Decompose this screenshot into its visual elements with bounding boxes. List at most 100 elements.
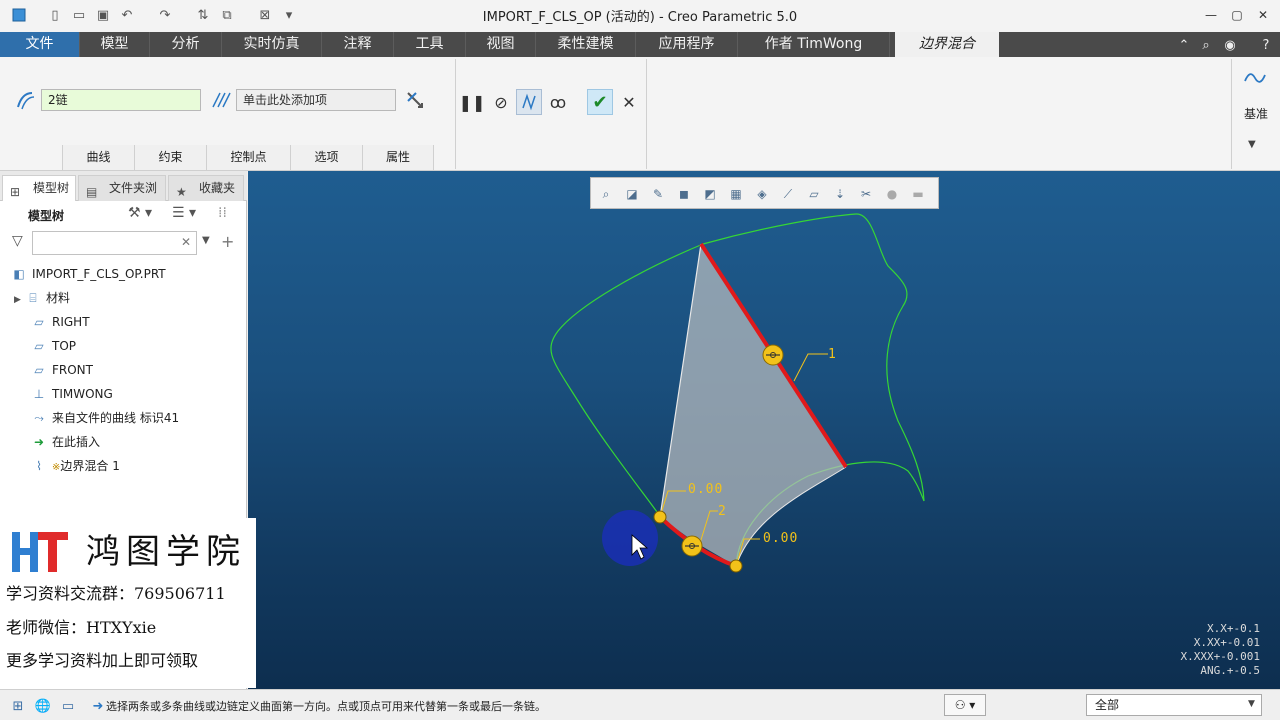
- first-direction-collector[interactable]: 2链: [41, 89, 201, 111]
- tree-item-label: 边界混合 1: [60, 459, 120, 473]
- tree-item-insert-here[interactable]: ➜ 在此插入: [30, 431, 100, 453]
- tab-model-tree[interactable]: ⊞ 模型树: [2, 175, 76, 201]
- second-direction-icon: [208, 87, 234, 113]
- tab-live-simulation[interactable]: 实时仿真: [222, 32, 322, 57]
- selection-filter-value: 全部: [1095, 698, 1120, 712]
- chain-label-1: 1: [828, 347, 836, 362]
- chain-handle-1[interactable]: [762, 344, 784, 366]
- tree-item-imported-curve[interactable]: ⤳ 来自文件的曲线 标识41: [30, 407, 179, 429]
- find-binoculars-icon[interactable]: ⚇ ▾: [944, 694, 986, 716]
- tab-model[interactable]: 模型: [80, 32, 150, 57]
- promo-line: 更多学习资料加上即可领取: [6, 651, 199, 670]
- endpoint-value-a[interactable]: 0.00: [688, 482, 723, 497]
- refit-icon[interactable]: ⌕: [597, 185, 615, 203]
- pause-icon[interactable]: ❚❚: [459, 89, 486, 115]
- view-toolbar: ⌕ ◪ ✎ ◼ ◩ ▦ ◈ ⟋ ▱ ⇣ ✂ ● ▬: [590, 177, 939, 209]
- tree-search-input[interactable]: [32, 231, 197, 255]
- preview-icon[interactable]: [516, 89, 542, 115]
- tree-item-coordinate-system[interactable]: ⊥ TIMWONG: [30, 383, 113, 405]
- tab-model-tree-label: 模型树: [33, 181, 70, 195]
- tab-applications[interactable]: 应用程序: [636, 32, 738, 57]
- subtab-curves[interactable]: 曲线: [62, 145, 134, 170]
- display-style-icon[interactable]: ◩: [701, 185, 719, 203]
- tab-boundary-blend[interactable]: 边界混合: [895, 32, 999, 57]
- verify-glasses-icon[interactable]: ꝏ: [545, 89, 571, 115]
- minimize-icon[interactable]: —: [1198, 5, 1224, 25]
- selection-filter[interactable]: 全部: [1086, 694, 1262, 716]
- graphics-viewport[interactable]: 1 2 0.00 0.00 ⌕ ◪ ✎ ◼ ◩ ▦ ◈ ⟋ ▱ ⇣ ✂ ● ▬ …: [248, 171, 1280, 689]
- browser-toggle-icon[interactable]: 🌐: [33, 696, 53, 716]
- shaded-icon[interactable]: ◼: [675, 185, 693, 203]
- navigator-toggle-icon[interactable]: ⊞: [8, 696, 28, 716]
- tolerance-row: X.XX+-0.01: [1193, 636, 1260, 649]
- tab-file[interactable]: 文件: [0, 32, 80, 57]
- tab-view[interactable]: 视图: [466, 32, 536, 57]
- help-icon[interactable]: ?: [1256, 35, 1276, 55]
- datum-wave-icon[interactable]: [1242, 65, 1268, 91]
- spin-center-icon[interactable]: ●: [883, 185, 901, 203]
- tab-folder-browser[interactable]: ▤ 文件夹浏: [78, 175, 166, 201]
- tree-item-front-plane[interactable]: ▱ FRONT: [30, 359, 93, 381]
- datum-label[interactable]: 基准: [1236, 105, 1276, 122]
- tree-item-top-plane[interactable]: ▱ TOP: [30, 335, 76, 357]
- cancel-x-icon[interactable]: ✕: [616, 89, 642, 115]
- approximate-blend-icon[interactable]: [402, 87, 428, 113]
- subtab-properties[interactable]: 属性: [362, 145, 434, 170]
- model-graphics[interactable]: [248, 171, 1280, 689]
- zoom-in-icon[interactable]: ◪: [623, 185, 641, 203]
- coordinate-system-icon: ⊥: [33, 387, 45, 401]
- expand-arrow-icon[interactable]: ▶: [14, 289, 24, 311]
- maximize-icon[interactable]: ▢: [1224, 5, 1250, 25]
- view-manager-icon[interactable]: ◈: [753, 185, 771, 203]
- tab-flexible-modeling[interactable]: 柔性建模: [536, 32, 636, 57]
- tree-item-material[interactable]: ▶ ⌸ 材料: [14, 287, 70, 309]
- datum-display-icon[interactable]: ⟋: [779, 185, 797, 203]
- settings-tools-icon[interactable]: ⚒ ▾: [128, 205, 152, 221]
- tab-annotate[interactable]: 注释: [322, 32, 394, 57]
- show-list-icon[interactable]: ☰ ▾: [172, 205, 196, 221]
- cursor-highlight: [602, 510, 658, 566]
- filter-dropdown-icon[interactable]: ▼: [1248, 699, 1255, 709]
- chain-endpoint-handle[interactable]: [729, 559, 743, 573]
- tree-item-right-plane[interactable]: ▱ RIGHT: [30, 311, 89, 333]
- tree-item-label: IMPORT_F_CLS_OP.PRT: [32, 267, 166, 281]
- tree-item-label: 材料: [46, 291, 71, 305]
- chain-endpoint-handle[interactable]: [653, 510, 667, 524]
- community-icon[interactable]: ◉: [1220, 35, 1240, 55]
- chain-handle-2[interactable]: [681, 535, 703, 557]
- endpoint-value-b[interactable]: 0.00: [763, 531, 798, 546]
- add-filter-icon[interactable]: +: [221, 232, 234, 251]
- no-preview-icon[interactable]: ⊘: [488, 89, 514, 115]
- datum-dropdown-icon[interactable]: ▼: [1248, 139, 1256, 150]
- chevron-up-icon[interactable]: ⌃: [1174, 35, 1194, 55]
- repaint-icon[interactable]: ✎: [649, 185, 667, 203]
- search-dropdown-icon[interactable]: ▼: [202, 235, 210, 246]
- tab-favorites[interactable]: ★ 收藏夹: [168, 175, 244, 201]
- close-icon[interactable]: ✕: [1250, 5, 1276, 25]
- tree-item-boundary-blend[interactable]: ⌇ ※边界混合 1: [30, 455, 120, 477]
- tab-author[interactable]: 作者 TimWong: [738, 32, 890, 57]
- subtab-control-points[interactable]: 控制点: [206, 145, 290, 170]
- clear-search-icon[interactable]: ✕: [181, 235, 191, 249]
- tab-tools[interactable]: 工具: [394, 32, 466, 57]
- axis-display-icon[interactable]: ⇣: [831, 185, 849, 203]
- tree-filter-icon[interactable]: ⁞⁞: [218, 205, 227, 221]
- boundary-blend-surface[interactable]: [660, 244, 846, 566]
- second-direction-collector[interactable]: 单击此处添加项: [236, 89, 396, 111]
- tab-analysis[interactable]: 分析: [150, 32, 222, 57]
- tree-item-label: TIMWONG: [52, 387, 113, 401]
- full-screen-icon[interactable]: ▭: [58, 696, 78, 716]
- tree-item-part[interactable]: ◧ IMPORT_F_CLS_OP.PRT: [10, 263, 166, 285]
- status-bar: ⊞ 🌐 ▭ ➜ 选择两条或多条曲线或边链定义曲面第一方向。点或顶点可用来代替第一…: [0, 689, 1280, 720]
- point-display-icon[interactable]: ✂: [857, 185, 875, 203]
- annotation-display-icon[interactable]: ▬: [909, 185, 927, 203]
- curve-from-file-icon: ⤳: [34, 411, 44, 425]
- named-views-icon[interactable]: ▦: [727, 185, 745, 203]
- ribbon-tabs: 文件 模型 分析 实时仿真 注释 工具 视图 柔性建模 应用程序 作者 TimW…: [0, 32, 1280, 57]
- search-icon[interactable]: ⌕: [1196, 35, 1216, 55]
- ok-checkmark-icon[interactable]: ✔: [587, 89, 613, 115]
- subtab-options[interactable]: 选项: [290, 145, 362, 170]
- datum-plane-icon: ▱: [34, 339, 44, 353]
- plane-display-icon[interactable]: ▱: [805, 185, 823, 203]
- subtab-constraints[interactable]: 约束: [134, 145, 206, 170]
